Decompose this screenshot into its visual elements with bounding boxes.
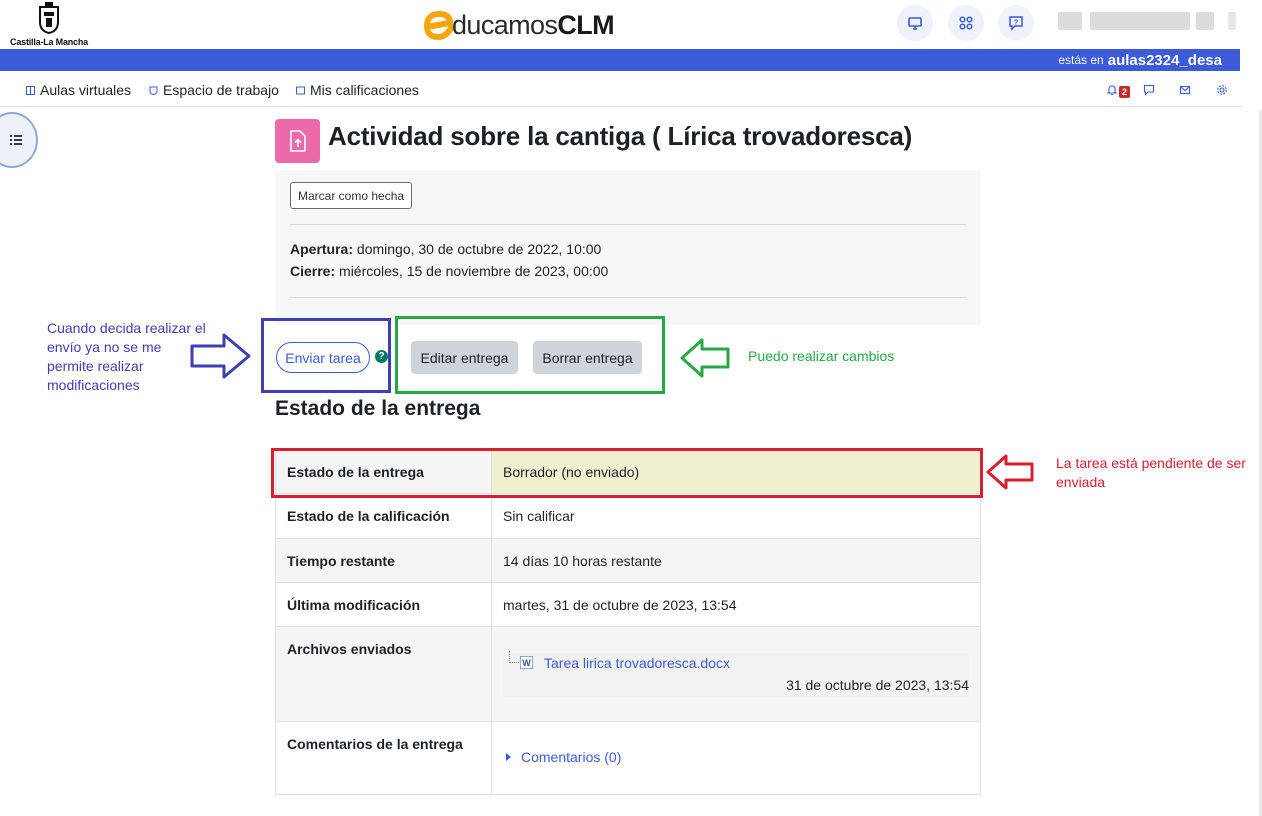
submitted-file-date: 31 de octubre de 2023, 13:54 (786, 677, 969, 693)
svg-text:W: W (522, 658, 531, 668)
comments-label: Comentarios (0) (521, 749, 622, 765)
submission-status-heading: Estado de la entrega (275, 397, 481, 420)
row-key: Última modificación (275, 582, 492, 627)
logo-e-icon (424, 10, 454, 40)
apps-grid-button[interactable] (948, 5, 984, 41)
nav-label: Espacio de trabajo (163, 82, 279, 98)
annotation-note-submit: Cuando decida realizar el envío ya no se… (47, 320, 206, 393)
annotation-arrow-left-icon (680, 338, 730, 378)
logo-text-main: ducamos (452, 10, 558, 40)
nav-label: Aulas virtuales (40, 82, 132, 98)
nav-item-mis-calificaciones[interactable]: Mis calificaciones (296, 82, 419, 98)
mail-button[interactable] (1177, 82, 1193, 98)
annotation-box-green (395, 316, 665, 394)
word-document-icon: W (520, 656, 533, 669)
region-name: Castilla-La Mancha (10, 37, 88, 47)
square-icon (26, 85, 35, 95)
notifications-button[interactable] (1104, 82, 1120, 98)
settings-button[interactable] (1214, 82, 1230, 98)
annotation-arrow-left-icon (986, 454, 1034, 490)
submitted-file: W Tarea lirica trovadoresca.docx 31 de o… (503, 651, 969, 697)
opening-date: Apertura: domingo, 30 de octubre de 2022… (290, 241, 601, 257)
caret-right-icon (506, 753, 511, 761)
divider (290, 224, 966, 225)
course-index-toggle[interactable] (0, 112, 38, 168)
top-header: Castilla-La Mancha ducamosCLM ? (0, 0, 1262, 49)
annotation-note-status: La tarea está pendiente de ser enviada (1056, 455, 1246, 490)
file-upload-icon (289, 130, 306, 152)
table-row: Estado de la calificación Sin calificar (275, 493, 981, 539)
user-menu-blurred[interactable] (1058, 10, 1236, 32)
annotation-box-red (271, 448, 983, 498)
table-row: Tiempo restante 14 días 10 horas restant… (275, 538, 981, 583)
notifications-count-badge: 2 (1119, 86, 1130, 98)
chat-icon (1143, 84, 1155, 96)
nav-item-aulas-virtuales[interactable]: Aulas virtuales (26, 82, 131, 98)
divider (290, 297, 966, 298)
apps-grid-icon (959, 16, 973, 30)
opening-value: domingo, 30 de octubre de 2022, 10:00 (356, 241, 602, 257)
annotation-arrow-right-icon (190, 333, 251, 379)
submission-status-table: Estado de la entrega Borrador (no enviad… (275, 449, 981, 795)
row-value: Sin calificar (491, 493, 981, 539)
region-crest-icon (39, 2, 59, 34)
opening-label: Apertura: (290, 241, 354, 257)
nav-item-espacio-trabajo[interactable]: Espacio de trabajo (149, 82, 279, 98)
closing-date: Cierre: miércoles, 15 de noviembre de 20… (290, 263, 608, 279)
region-brand[interactable]: Castilla-La Mancha (6, 2, 92, 48)
nav-label: Mis calificaciones (310, 82, 419, 98)
location-bar: estás en aulas2324_desa (0, 49, 1240, 71)
comments-toggle[interactable]: Comentarios (0) (506, 749, 969, 765)
closing-value: miércoles, 15 de noviembre de 2023, 00:0… (339, 263, 609, 279)
table-row: Última modificación martes, 31 de octubr… (275, 582, 981, 627)
square-icon (296, 86, 305, 94)
table-row: Archivos enviados W Tarea lirica trovado… (275, 626, 981, 722)
row-value-files: W Tarea lirica trovadoresca.docx 31 de o… (491, 626, 981, 722)
row-value: 14 días 10 horas restante (491, 538, 981, 583)
page-title: Actividad sobre la cantiga ( Lírica trov… (328, 121, 913, 151)
row-key: Comentarios de la entrega (275, 721, 492, 795)
table-row: Comentarios de la entrega Comentarios (0… (275, 721, 981, 795)
shield-icon (149, 86, 158, 95)
row-value: martes, 31 de octubre de 2023, 13:54 (491, 582, 981, 627)
mark-as-done-button[interactable]: Marcar como hecha (290, 182, 413, 209)
help-chat-button[interactable]: ? (998, 5, 1034, 41)
location-name: aulas2324_desa (1107, 51, 1222, 69)
bell-icon (1106, 85, 1118, 96)
settings-icon (1217, 85, 1227, 95)
monitor-icon-button[interactable] (897, 5, 933, 41)
closing-label: Cierre: (290, 263, 336, 279)
messages-button[interactable] (1141, 82, 1157, 98)
help-chat-icon: ? (1009, 16, 1023, 31)
educamos-logo[interactable]: ducamosCLM (424, 6, 624, 40)
logo-text-strong: CLM (557, 10, 615, 40)
annotation-note-changes: Puedo realizar cambios (748, 348, 895, 364)
row-key: Archivos enviados (275, 626, 492, 722)
primary-navigation: Aulas virtuales Espacio de trabajo Mis c… (0, 71, 1242, 107)
tree-connector (509, 651, 519, 663)
row-key: Tiempo restante (275, 538, 492, 583)
mail-icon (1179, 85, 1191, 95)
svg-text:?: ? (1014, 20, 1018, 27)
submitted-file-link[interactable]: Tarea lirica trovadoresca.docx (544, 655, 730, 671)
row-key: Estado de la calificación (275, 493, 492, 539)
assignment-activity-icon (275, 119, 320, 163)
location-prefix: estás en (1058, 53, 1104, 67)
monitor-icon (908, 17, 922, 30)
row-value-comments: Comentarios (0) (491, 721, 981, 795)
activity-info-panel: Marcar como hecha Apertura: domingo, 30 … (275, 170, 981, 325)
annotation-box-blue (261, 318, 391, 393)
list-icon (10, 135, 22, 145)
